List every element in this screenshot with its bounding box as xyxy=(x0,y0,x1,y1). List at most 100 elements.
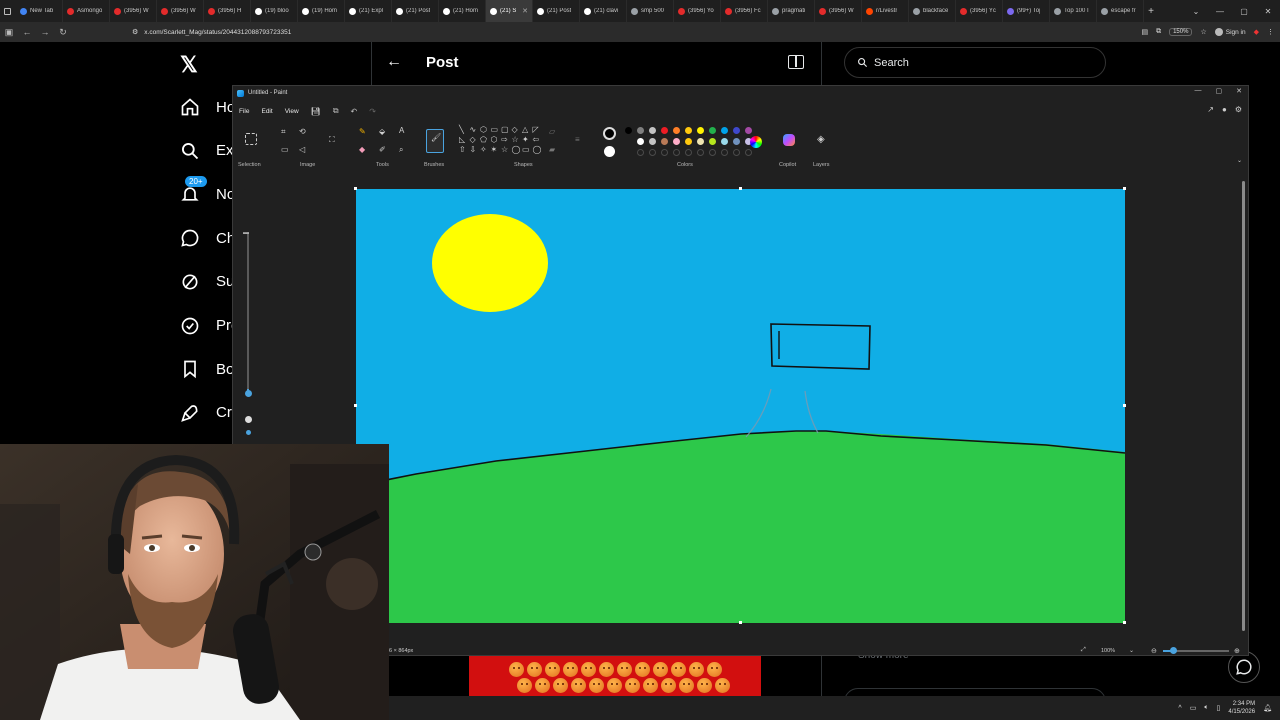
custom-color-slot[interactable] xyxy=(685,149,692,156)
shape-option-icon[interactable]: ⇨ xyxy=(501,135,508,144)
palette-color-swatch[interactable] xyxy=(745,127,752,134)
canvas-resize-handle-left[interactable] xyxy=(354,404,357,407)
browser-tab[interactable]: escape fr xyxy=(1097,0,1144,22)
back-arrow-icon[interactable]: ← xyxy=(386,53,402,71)
rotate-icon[interactable]: ⟲ xyxy=(299,127,306,136)
browser-tab[interactable]: New Tab xyxy=(16,0,63,22)
shape-fill-icon[interactable]: ▰ xyxy=(549,145,555,154)
account-icon[interactable]: ● xyxy=(1222,105,1227,114)
share-icon[interactable]: ↗ xyxy=(1207,105,1214,114)
custom-color-slot[interactable] xyxy=(637,149,644,156)
tab-close-icon[interactable]: ✕ xyxy=(522,7,528,15)
custom-color-slot[interactable] xyxy=(745,149,752,156)
shape-option-icon[interactable]: ✶ xyxy=(491,145,498,154)
paint-maximize-button[interactable]: ▢ xyxy=(1216,87,1223,95)
palette-color-swatch[interactable] xyxy=(697,127,704,134)
browser-tab[interactable]: (21) S ✕ xyxy=(486,0,533,22)
shape-option-icon[interactable]: ☆ xyxy=(512,135,519,144)
shape-option-icon[interactable]: ◇ xyxy=(470,135,476,144)
crop-icon[interactable]: ⌗ xyxy=(281,127,286,137)
palette-color-swatch[interactable] xyxy=(685,138,692,145)
zoom-out-icon[interactable]: ⊖ xyxy=(1151,647,1157,655)
palette-color-swatch[interactable] xyxy=(697,138,704,145)
brush-size-slider-track[interactable] xyxy=(247,232,249,392)
shapes-gallery[interactable]: ╲ ∿ ⬡ ▭ ▢ ◇ △ ◸ ◺ ◇ ⬠ ⬡ ⇨ ☆ ✦ ⇦ ⇧ ⇩ ✧ ✶ ☆ ◯ ▭ ◯ xyxy=(459,125,542,159)
new-tab-button[interactable]: + xyxy=(1144,6,1158,17)
shape-option-icon[interactable]: ▢ xyxy=(501,125,509,134)
tray-chevron-icon[interactable]: ^ xyxy=(1178,705,1181,712)
browser-tab[interactable]: (21) Hom xyxy=(439,0,486,22)
menu-kebab-icon[interactable]: ⋮ xyxy=(1267,28,1274,36)
secondary-color[interactable] xyxy=(604,146,615,157)
sidebar-item-search[interactable]: Ex xyxy=(180,141,234,161)
palette-color-swatch[interactable] xyxy=(661,127,668,134)
tab-search-chevron-icon[interactable]: ⌄ xyxy=(1184,7,1208,16)
palette-color-swatch[interactable] xyxy=(733,127,740,134)
shape-option-icon[interactable]: ⇦ xyxy=(533,135,540,144)
palette-color-swatch[interactable] xyxy=(721,138,728,145)
sidebar-item-home[interactable]: Ho xyxy=(180,97,235,117)
magnifier-icon[interactable]: ⌕ xyxy=(399,145,403,155)
browser-tab[interactable]: (21) Post xyxy=(533,0,580,22)
browser-tab[interactable]: (19) Hom xyxy=(298,0,345,22)
pencil-icon[interactable]: ✎ xyxy=(359,127,366,136)
shape-option-icon[interactable]: ∿ xyxy=(470,125,477,134)
color-picker-icon[interactable]: ✐ xyxy=(379,145,386,154)
canvas-resize-handle-top[interactable] xyxy=(739,187,742,190)
screenshot-icon[interactable]: ⧉ xyxy=(1156,28,1161,36)
browser-tab[interactable]: (21) Expl xyxy=(345,0,392,22)
shape-option-icon[interactable]: ◺ xyxy=(459,135,465,144)
menu-file[interactable]: File xyxy=(239,108,249,115)
browser-tab[interactable]: pragmati xyxy=(768,0,815,22)
shape-option-icon[interactable]: ◯ xyxy=(512,145,521,154)
sidebar-item-slash[interactable]: Su xyxy=(180,272,234,292)
shape-option-icon[interactable]: ◯ xyxy=(533,145,542,154)
primary-color[interactable] xyxy=(603,127,616,140)
browser-tab[interactable]: (3956) Fc xyxy=(721,0,768,22)
menu-edit[interactable]: Edit xyxy=(261,108,272,115)
selection-tool-button[interactable] xyxy=(245,133,257,145)
close-window-button[interactable]: ✕ xyxy=(1256,7,1280,16)
shape-option-icon[interactable]: ✦ xyxy=(522,135,529,144)
custom-color-slot[interactable] xyxy=(661,149,668,156)
search-input[interactable]: Search xyxy=(844,47,1106,78)
palette-color-swatch[interactable] xyxy=(673,127,680,134)
palette-color-swatch[interactable] xyxy=(709,138,716,145)
site-info-icon[interactable]: ⚙ xyxy=(132,28,138,36)
canvas-resize-handle-top-left[interactable] xyxy=(354,187,357,190)
text-icon[interactable]: A xyxy=(399,126,404,135)
shape-option-icon[interactable]: ✧ xyxy=(480,145,487,154)
canvas-resize-handle-bottom-right[interactable] xyxy=(1123,621,1126,624)
custom-color-slot[interactable] xyxy=(673,149,680,156)
browser-tab[interactable]: (21) clavi xyxy=(580,0,627,22)
notification-icon[interactable]: 🔔︎ xyxy=(1263,704,1272,712)
palette-color-swatch[interactable] xyxy=(733,138,740,145)
ribbon-collapse-chevron-icon[interactable]: ⌄ xyxy=(1237,157,1242,164)
browser-tab[interactable]: (99+) Toj xyxy=(1003,0,1050,22)
sign-in-button[interactable]: Sign in xyxy=(1214,28,1246,36)
bookmark-star-icon[interactable]: ☆ xyxy=(1200,28,1206,36)
palette-color-swatch[interactable] xyxy=(709,127,716,134)
canvas-resize-handle-top-right[interactable] xyxy=(1123,187,1126,190)
shape-option-icon[interactable]: ◸ xyxy=(533,125,539,134)
edit-colors-icon[interactable] xyxy=(750,136,762,148)
sidebar-item-bell[interactable]: 20+ No xyxy=(180,176,235,204)
shape-option-icon[interactable]: △ xyxy=(522,125,528,134)
zoom-slider-knob[interactable] xyxy=(1170,647,1177,654)
zoom-in-icon[interactable]: ⊕ xyxy=(1234,647,1240,655)
browser-tab[interactable]: Top 100 I xyxy=(1050,0,1097,22)
browser-tab[interactable]: (21) Post xyxy=(392,0,439,22)
zoom-level[interactable]: 100% xyxy=(1101,648,1115,654)
resize-icon[interactable]: ▭ xyxy=(281,145,289,154)
shape-option-icon[interactable]: ⬠ xyxy=(480,135,487,144)
palette-color-swatch[interactable] xyxy=(685,127,692,134)
paint-vertical-scrollbar[interactable] xyxy=(1242,181,1245,631)
menu-view[interactable]: View xyxy=(285,108,299,115)
custom-color-slot[interactable] xyxy=(709,149,716,156)
shape-option-icon[interactable]: ⬡ xyxy=(491,135,498,144)
palette-color-swatch[interactable] xyxy=(649,127,656,134)
settings-gear-icon[interactable]: ⚙ xyxy=(1235,105,1242,114)
shape-option-icon[interactable]: ╲ xyxy=(459,125,464,134)
drawing-canvas[interactable] xyxy=(354,187,1126,624)
fit-to-window-icon[interactable]: ⤢ xyxy=(1081,647,1086,654)
